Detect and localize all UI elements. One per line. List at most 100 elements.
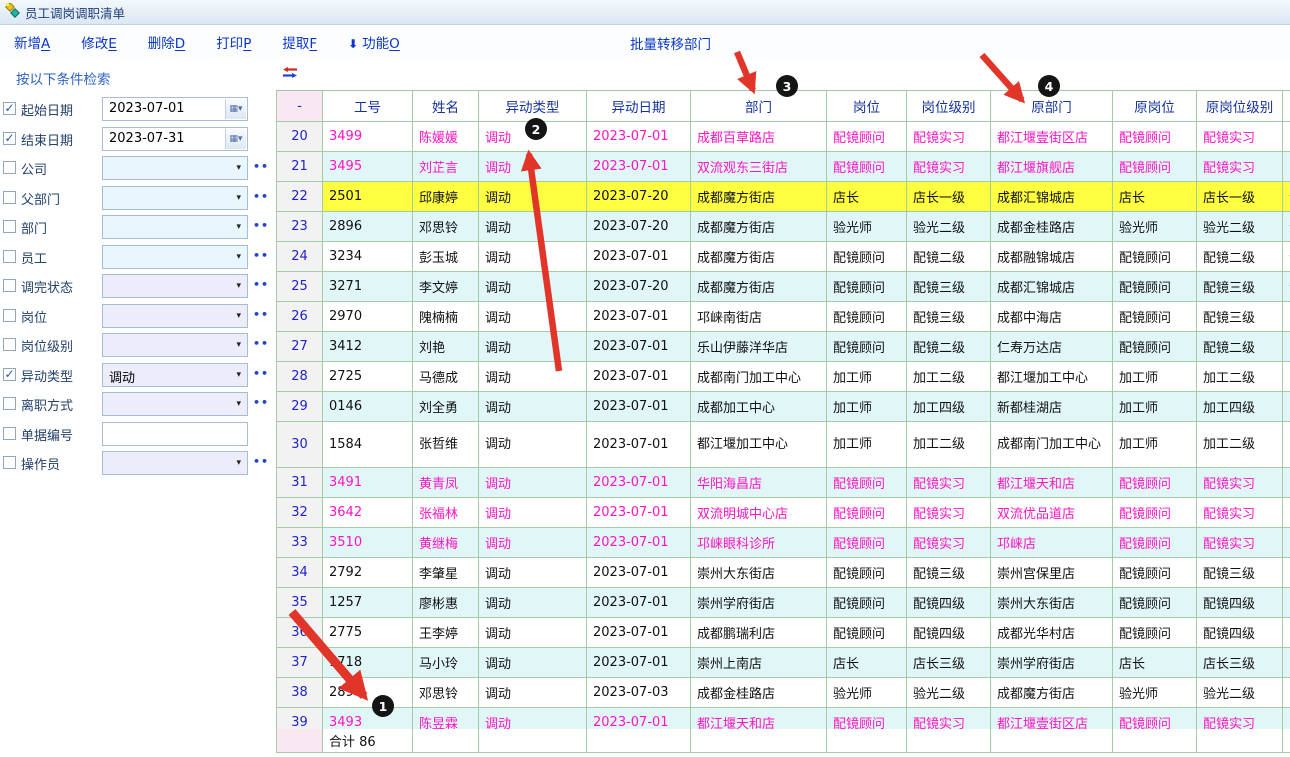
filter-checkbox[interactable] xyxy=(3,309,16,322)
row-number-cell[interactable]: 25 xyxy=(277,272,323,302)
cell[interactable]: 李文婷 xyxy=(413,272,479,302)
menu-item-a[interactable]: 新增A xyxy=(14,32,50,52)
cell[interactable]: 调动 xyxy=(479,468,587,498)
more-options-button[interactable]: •• xyxy=(253,249,269,262)
cell[interactable]: 调动 xyxy=(479,392,587,422)
cell[interactable]: 张福林 xyxy=(413,498,479,528)
cell[interactable]: 配镜四级 xyxy=(907,618,991,648)
menu-item-d[interactable]: 删除D xyxy=(148,32,185,52)
cell[interactable]: 验光师 xyxy=(827,678,907,708)
filter-checkbox[interactable] xyxy=(3,279,16,292)
table-row[interactable]: 282725马德成调动2023-07-01成都南门加工中心加工师加工二级都江堰加… xyxy=(277,362,1290,392)
table-row[interactable]: 323642张福林调动2023-07-01双流明城中心店配镜顾问配镜实习双流优品… xyxy=(277,498,1290,528)
cell[interactable]: 崇州大东街店 xyxy=(691,558,827,588)
row-number-cell[interactable]: 38 xyxy=(277,678,323,708)
cell[interactable]: 2023-07-01 xyxy=(587,588,691,618)
cell[interactable]: 配镜顾问 xyxy=(1113,558,1197,588)
more-options-button[interactable]: •• xyxy=(253,308,269,321)
menu-item-o[interactable]: ⬇功能O xyxy=(348,32,400,52)
cell[interactable]: 2023-07-20 xyxy=(587,272,691,302)
table-row[interactable]: 253271李文婷调动2023-07-20成都魔方街店配镜顾问配镜三级成都汇锦城… xyxy=(277,272,1290,302)
cell[interactable] xyxy=(1283,528,1290,558)
menu-item-f[interactable]: 提取F xyxy=(282,32,317,52)
cell[interactable]: 配镜顾问 xyxy=(1113,528,1197,558)
cell[interactable]: 加工师 xyxy=(827,422,907,468)
cell[interactable] xyxy=(1283,392,1290,422)
cell[interactable]: 加工师 xyxy=(1113,422,1197,468)
cell[interactable]: 0146 xyxy=(323,392,413,422)
cell[interactable]: 2023-07-01 xyxy=(587,152,691,182)
cell[interactable]: 成都魔方街店 xyxy=(991,678,1113,708)
cell[interactable]: 配镜实习 xyxy=(1197,528,1283,558)
cell[interactable]: 都江堰加工中心 xyxy=(991,362,1113,392)
table-row[interactable]: 243234彭玉城调动2023-07-01成都魔方街店配镜顾问配镜二级成都融锦城… xyxy=(277,242,1290,272)
cell[interactable]: 成都魔方街店 xyxy=(691,182,827,212)
cell[interactable]: 成都南门加工中心 xyxy=(991,422,1113,468)
filter-checkbox[interactable]: ✓ xyxy=(3,132,16,145)
column-header-8[interactable]: 原部门 xyxy=(991,91,1113,122)
cell[interactable]: 配镜顾问 xyxy=(1113,588,1197,618)
filter-checkbox[interactable]: ✓ xyxy=(3,102,16,115)
cell[interactable]: 验光师 xyxy=(1113,212,1197,242)
cell[interactable]: 华阳海昌店 xyxy=(691,468,827,498)
cell[interactable]: 调动 xyxy=(479,272,587,302)
cell[interactable]: 都江堰旗舰店 xyxy=(991,152,1113,182)
cell[interactable]: 配镜实习 xyxy=(907,498,991,528)
cell[interactable]: 都江堰壹街区店 xyxy=(991,708,1113,729)
cell[interactable]: 双流明城中心店 xyxy=(691,498,827,528)
cell[interactable]: 3495 xyxy=(323,152,413,182)
cell[interactable]: 合 xyxy=(1283,242,1290,272)
cell[interactable]: 配镜顾问 xyxy=(827,122,907,152)
cell[interactable]: 成都南门加工中心 xyxy=(691,362,827,392)
cell[interactable]: 调动 xyxy=(479,212,587,242)
row-number-cell[interactable]: 31 xyxy=(277,468,323,498)
cell[interactable]: 加工二级 xyxy=(1197,362,1283,392)
table-row[interactable]: 362775王李婷调动2023-07-01成都鹏瑞利店配镜顾问配镜四级成都光华村… xyxy=(277,618,1290,648)
cell[interactable]: 调动 xyxy=(479,182,587,212)
calendar-dropdown-icon[interactable]: ▦▾ xyxy=(225,99,246,119)
cell[interactable]: 张哲维 xyxy=(413,422,479,468)
cell[interactable] xyxy=(1283,588,1290,618)
more-options-button[interactable]: •• xyxy=(253,160,269,173)
cell[interactable]: 2023-07-01 xyxy=(587,302,691,332)
cell[interactable]: 店长 xyxy=(1113,182,1197,212)
cell[interactable]: 配镜顾问 xyxy=(827,618,907,648)
cell[interactable]: 验光师 xyxy=(827,212,907,242)
cell[interactable]: 配镜实习 xyxy=(1197,122,1283,152)
cell[interactable]: 配镜顾问 xyxy=(1113,332,1197,362)
table-row[interactable]: 393493陈昱霖调动2023-07-01都江堰天和店配镜顾问配镜实习都江堰壹街… xyxy=(277,708,1290,729)
cell[interactable]: 店长 xyxy=(1113,648,1197,678)
row-number-cell[interactable]: 34 xyxy=(277,558,323,588)
cell[interactable] xyxy=(1283,678,1290,708)
cell[interactable]: 黄继梅 xyxy=(413,528,479,558)
filter-select[interactable]: ▾ xyxy=(102,156,248,180)
cell[interactable]: 都江堰天和店 xyxy=(991,468,1113,498)
row-number-cell[interactable]: 29 xyxy=(277,392,323,422)
cell[interactable]: 李肇星 xyxy=(413,558,479,588)
cell[interactable]: 2023-07-01 xyxy=(587,468,691,498)
cell[interactable]: 配镜二级 xyxy=(1197,332,1283,362)
cell[interactable]: 2023-07-01 xyxy=(587,528,691,558)
cell[interactable]: 成都融锦城店 xyxy=(991,242,1113,272)
filter-checkbox[interactable] xyxy=(3,250,16,263)
cell[interactable]: 2023-07-01 xyxy=(587,422,691,468)
cell[interactable]: 调动 xyxy=(479,528,587,558)
cell[interactable]: 调动 xyxy=(479,648,587,678)
row-number-cell[interactable]: 22 xyxy=(277,182,323,212)
column-header-1[interactable]: 工号 xyxy=(323,91,413,122)
filter-checkbox[interactable]: ✓ xyxy=(3,368,16,381)
cell[interactable]: 配镜顾问 xyxy=(1113,242,1197,272)
more-options-button[interactable]: •• xyxy=(253,190,269,203)
cell[interactable]: 2023-07-03 xyxy=(587,678,691,708)
cell[interactable]: 3491 xyxy=(323,468,413,498)
cell[interactable]: 加工四级 xyxy=(1197,392,1283,422)
row-number-cell[interactable]: 32 xyxy=(277,498,323,528)
cell[interactable]: 加工二级 xyxy=(1197,422,1283,468)
cell[interactable]: 成都中海店 xyxy=(991,302,1113,332)
cell[interactable]: 都江堰加工中心 xyxy=(691,422,827,468)
cell[interactable]: 廖彬惠 xyxy=(413,588,479,618)
cell[interactable] xyxy=(1283,362,1290,392)
table-row[interactable]: 203499陈媛媛调动2023-07-01成都百草路店配镜顾问配镜实习都江堰壹街… xyxy=(277,122,1290,152)
batch-transfer-button[interactable]: 批量转移部门 xyxy=(630,33,711,53)
cell[interactable]: 2023-07-01 xyxy=(587,392,691,422)
